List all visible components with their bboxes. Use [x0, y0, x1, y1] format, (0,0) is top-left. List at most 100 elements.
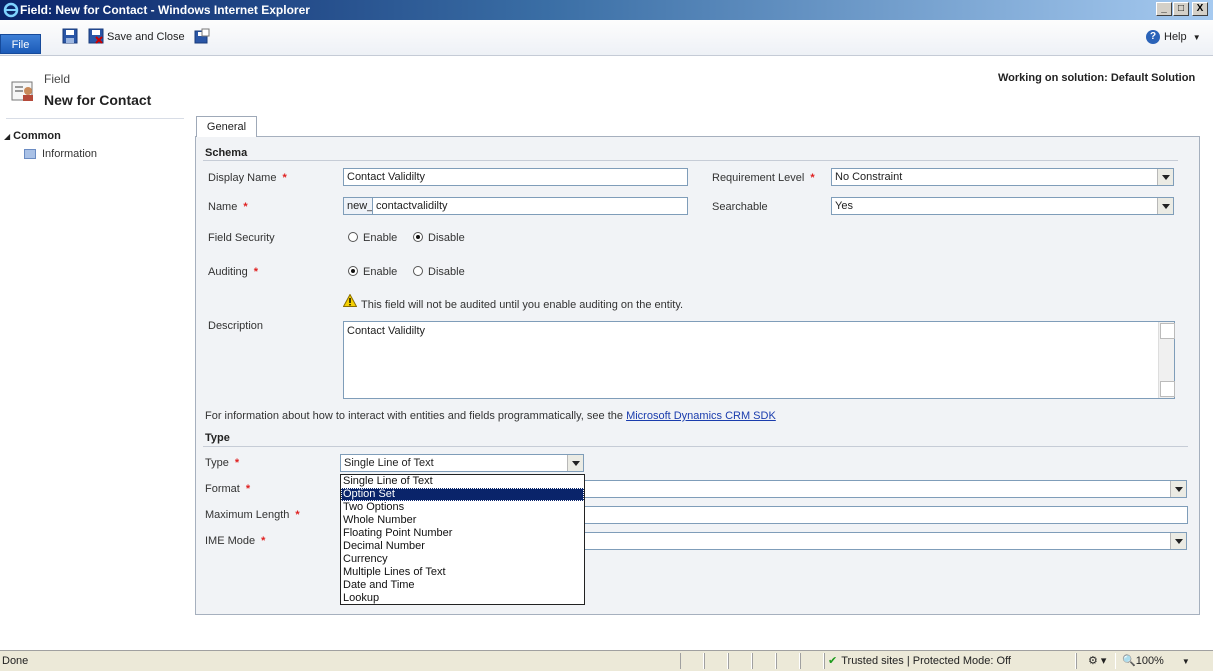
minimize-button[interactable]: _ — [1156, 2, 1172, 16]
window-title-bar: Field: New for Contact - Windows Interne… — [0, 0, 1213, 20]
dropdown-option[interactable]: Multiple Lines of Text — [341, 566, 584, 579]
display-name-label: Display Name * — [208, 172, 287, 184]
status-text: Done — [2, 655, 29, 667]
type-section-label: Type — [205, 432, 230, 444]
dropdown-option-selected[interactable]: Option Set — [341, 488, 584, 501]
type-dropdown-list[interactable]: Single Line of Text Option Set Two Optio… — [340, 474, 585, 605]
radio-icon — [413, 266, 423, 276]
status-segment — [680, 653, 704, 669]
auditing-disable-radio[interactable]: Disable — [413, 266, 465, 278]
help-icon: ? — [1146, 30, 1160, 44]
save-and-new-icon[interactable] — [194, 28, 210, 44]
checkmark-icon: ✔ — [828, 655, 838, 667]
maximum-length-label: Maximum Length * — [205, 509, 300, 521]
close-window-button[interactable]: X — [1192, 2, 1208, 16]
dropdown-option[interactable]: Decimal Number — [341, 540, 584, 553]
file-button[interactable]: File — [0, 34, 41, 54]
status-segment — [752, 653, 776, 669]
type-select[interactable]: Single Line of Text — [340, 454, 584, 472]
auditing-warning-text: This field will not be audited until you… — [361, 299, 684, 311]
nav-group-label: Common — [13, 130, 61, 142]
scrollbar[interactable] — [1158, 322, 1175, 398]
required-marker: * — [810, 172, 815, 184]
status-segment — [776, 653, 800, 669]
zoom-icon: 🔍 — [1122, 655, 1136, 667]
required-marker: * — [261, 535, 266, 547]
required-marker: * — [282, 172, 287, 184]
help-menu[interactable]: ? Help ▼ — [1146, 30, 1201, 44]
nav-item-information[interactable]: Information — [24, 148, 97, 160]
dropdown-option[interactable]: Lookup — [341, 592, 584, 605]
field-security-label: Field Security — [208, 232, 275, 244]
tab-general[interactable]: General — [196, 116, 257, 137]
nav-item-label: Information — [42, 148, 98, 160]
type-label: Type * — [205, 457, 240, 469]
form-icon — [24, 149, 36, 160]
requirement-level-label: Requirement Level * — [712, 172, 815, 184]
save-icon[interactable] — [62, 28, 78, 44]
window-title: Field: New for Contact - Windows Interne… — [20, 3, 310, 17]
field-entity-icon — [11, 81, 33, 101]
auditing-label: Auditing * — [208, 266, 259, 278]
description-value: Contact Validilty — [347, 325, 426, 337]
status-bar: Done ✔ Trusted sites | Protected Mode: Of… — [0, 650, 1213, 671]
display-name-field[interactable]: Contact Validilty — [343, 168, 688, 186]
required-marker: * — [253, 266, 259, 278]
form-header — [0, 57, 1213, 117]
field-security-disable-radio[interactable]: Disable — [413, 232, 465, 244]
left-navigation — [0, 117, 190, 650]
format-label: Format * — [205, 483, 251, 495]
name-label: Name * — [208, 201, 248, 213]
chevron-down-icon[interactable] — [1157, 169, 1173, 185]
maximize-button[interactable]: □ — [1173, 2, 1189, 16]
chevron-down-icon[interactable] — [1170, 481, 1186, 497]
zoom-control[interactable]: 🔍100% ▼ — [1122, 654, 1190, 667]
security-zone[interactable]: ✔ Trusted sites | Protected Mode: Off — [828, 654, 1011, 667]
sdk-link[interactable]: Microsoft Dynamics CRM SDK — [626, 410, 776, 422]
field-security-enable-radio[interactable]: Enable — [348, 232, 397, 244]
section-divider — [203, 446, 1188, 447]
nav-divider — [6, 118, 184, 119]
save-and-close-button[interactable]: Save and Close — [107, 31, 185, 43]
dropdown-option[interactable]: Currency — [341, 553, 584, 566]
nav-group-common[interactable]: ◢ Common — [4, 130, 61, 142]
status-segment — [728, 653, 752, 669]
requirement-level-value: No Constraint — [835, 171, 903, 183]
chevron-down-icon: ▼ — [1192, 32, 1201, 42]
collapse-triangle-icon: ◢ — [4, 132, 11, 141]
ime-mode-label: IME Mode * — [205, 535, 266, 547]
searchable-select[interactable]: Yes — [831, 197, 1174, 215]
dropdown-option[interactable]: Single Line of Text — [341, 475, 584, 488]
dropdown-option[interactable]: Two Options — [341, 501, 584, 514]
requirement-level-select[interactable]: No Constraint — [831, 168, 1174, 186]
section-divider — [203, 160, 1178, 161]
dropdown-option[interactable]: Floating Point Number — [341, 527, 584, 540]
internet-explorer-icon — [3, 2, 19, 18]
required-marker: * — [295, 509, 300, 521]
sdk-info-text: For information about how to interact wi… — [205, 410, 776, 422]
save-and-close-icon[interactable] — [88, 28, 104, 44]
name-prefix: new_ — [343, 197, 373, 215]
auditing-enable-radio[interactable]: Enable — [348, 266, 397, 278]
help-label: Help — [1164, 30, 1187, 43]
type-value: Single Line of Text — [344, 457, 434, 469]
dropdown-option[interactable]: Whole Number — [341, 514, 584, 527]
solution-indicator: Working on solution: Default Solution — [998, 72, 1196, 84]
required-marker: * — [245, 483, 251, 495]
required-marker: * — [234, 457, 240, 469]
protected-mode-icon[interactable]: ⚙ ▾ — [1088, 654, 1106, 667]
description-field[interactable]: Contact Validilty — [343, 321, 1175, 399]
page-title: New for Contact — [44, 92, 152, 108]
dropdown-option[interactable]: Date and Time — [341, 579, 584, 592]
warning-icon — [343, 294, 357, 307]
chevron-down-icon[interactable] — [1170, 533, 1186, 549]
name-field[interactable]: contactvalidilty — [372, 197, 688, 215]
description-label: Description — [208, 320, 264, 332]
chevron-down-icon[interactable] — [567, 455, 583, 471]
status-segment — [704, 653, 728, 669]
schema-section-label: Schema — [205, 147, 248, 159]
ribbon-toolbar: File Save and Close ? Help ▼ — [0, 20, 1213, 56]
radio-icon — [348, 232, 358, 242]
radio-selected-icon — [413, 232, 423, 242]
chevron-down-icon[interactable] — [1157, 198, 1173, 214]
